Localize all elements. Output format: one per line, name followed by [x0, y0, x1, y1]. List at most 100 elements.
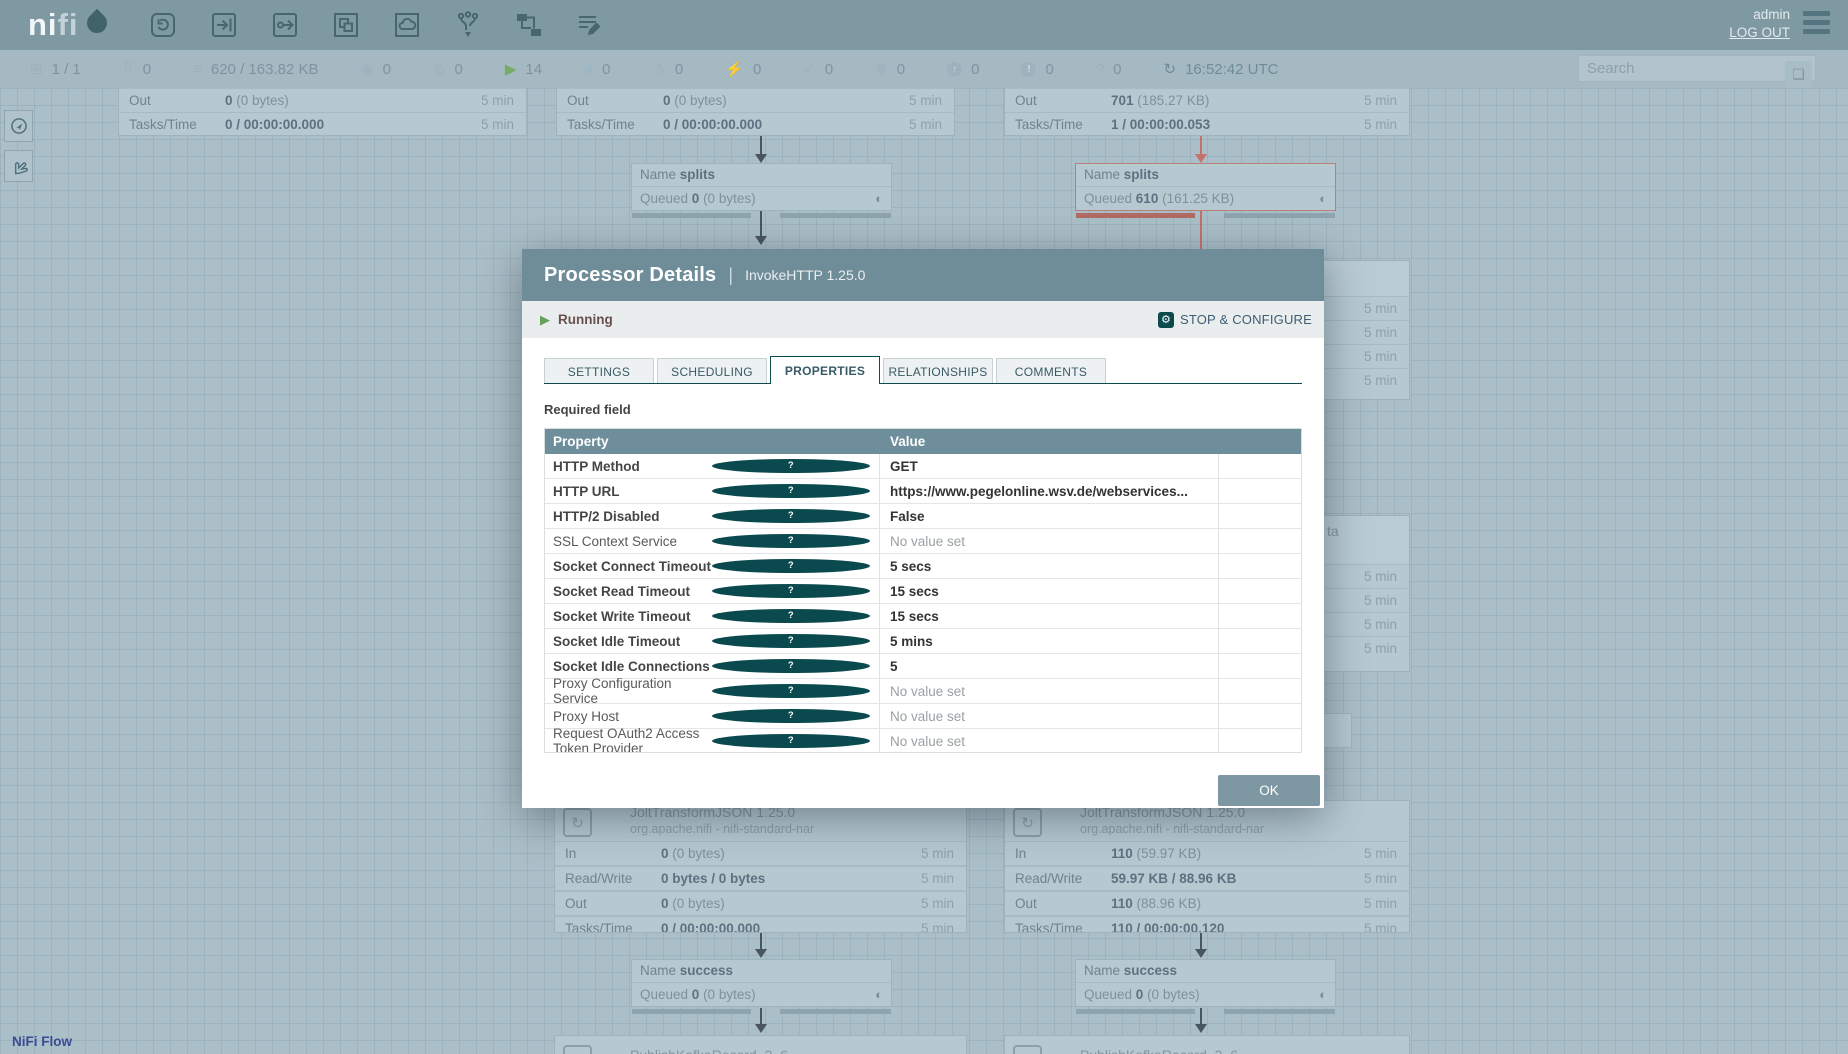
status-item-locally-modified: ✱0 — [875, 60, 905, 78]
logout-link[interactable]: LOG OUT — [1729, 24, 1790, 42]
breadcrumb[interactable]: NiFi Flow — [12, 1034, 72, 1049]
required-field-label: Required field — [544, 402, 1302, 417]
processor-jolt-transform[interactable]: ↻JoltTransformJSON 1.25.0org.apache.nifi… — [1004, 800, 1410, 933]
property-name: Socket Idle Connections — [553, 659, 712, 674]
active-threads-icon: ⠿ — [123, 60, 134, 78]
stat-value: 0 / 00:00:00.000 — [661, 921, 921, 933]
help-icon[interactable]: ? — [712, 634, 871, 648]
processor-stats-block[interactable]: Out0 (0 bytes)5 minTasks/Time0 / 00:00:0… — [118, 88, 527, 136]
property-value: 15 secs — [880, 579, 1219, 603]
stat-value-bold: 0 / 00:00:00.000 — [225, 117, 324, 132]
connection-label[interactable]: Name successQueued 0 (0 bytes)◐ — [631, 959, 892, 1007]
ok-button[interactable]: OK — [1218, 775, 1320, 806]
connection-label-highlighted[interactable]: Name splitsQueued 610 (161.25 KB)◐ — [1075, 163, 1336, 211]
connection-arrow-highlighted — [1195, 154, 1207, 163]
property-value: 15 secs — [880, 604, 1219, 628]
top-toolbar: nifi admin LOG OUT — [0, 0, 1848, 50]
help-icon[interactable]: ? — [712, 559, 871, 573]
property-row: Proxy Configuration Service?No value set — [545, 679, 1301, 704]
processor-header: ↻PublishKafkaRecord_2_6 — [555, 1036, 966, 1054]
stat-window: 5 min — [1364, 569, 1409, 584]
connection-name: success — [1124, 963, 1177, 978]
template-icon[interactable] — [513, 9, 545, 41]
connection-name-row: Name splits — [632, 164, 891, 187]
property-extra-cell — [1219, 454, 1301, 478]
connection-arrow — [755, 236, 767, 245]
stat-value-rest: (185.27 KB) — [1134, 93, 1210, 108]
tab-comments[interactable]: COMMENTS — [996, 358, 1106, 384]
property-row: SSL Context Service?No value set — [545, 529, 1301, 554]
sync-failure-icon: ? — [1096, 61, 1104, 78]
processor-icon[interactable] — [147, 9, 179, 41]
status-count: 0 — [1045, 61, 1053, 78]
logo-text-fi: fi — [58, 7, 79, 43]
help-icon[interactable]: ? — [712, 534, 871, 548]
operate-panel-button[interactable] — [4, 150, 33, 182]
connection-name: splits — [680, 167, 715, 182]
status-count: 1 / 1 — [52, 61, 81, 78]
status-item-stopped: ■0 — [584, 61, 610, 78]
stat-row: Out0 (0 bytes)5 min — [557, 89, 954, 113]
global-menu-icon[interactable] — [1803, 11, 1830, 38]
property-extra-cell — [1219, 529, 1301, 553]
status-count: 0 — [1113, 61, 1121, 78]
stat-value-bold: 701 — [1111, 93, 1134, 108]
stat-label: Out — [119, 93, 225, 108]
output-port-icon[interactable] — [269, 9, 301, 41]
help-icon[interactable]: ? — [712, 459, 871, 473]
refresh-icon[interactable]: ↻ — [1164, 60, 1177, 78]
navigate-icon — [9, 116, 29, 136]
tab-scheduling[interactable]: SCHEDULING — [657, 358, 767, 384]
processor-jolt-transform[interactable]: ↻JoltTransformJSON 1.25.0org.apache.nifi… — [554, 800, 967, 933]
status-item-invalid: ⚠0 — [652, 60, 683, 78]
remote-process-group-icon[interactable] — [391, 9, 423, 41]
property-value: 5 — [880, 654, 1219, 678]
property-name-cell: Socket Idle Connections? — [545, 654, 880, 678]
connection-line — [760, 136, 762, 156]
property-row: Socket Read Timeout?15 secs — [545, 579, 1301, 604]
refresh-time: ↻16:52:42 UTC — [1164, 60, 1279, 78]
input-port-icon[interactable] — [208, 9, 240, 41]
disabled-icon: ⚡ — [725, 60, 744, 78]
processor-stats-block[interactable]: Out0 (0 bytes)5 minTasks/Time0 / 00:00:0… — [556, 88, 955, 136]
connection-name-row: Name success — [1076, 960, 1335, 983]
tab-relationships[interactable]: RELATIONSHIPS — [883, 358, 993, 384]
status-count: 0 — [825, 61, 833, 78]
process-group-icon[interactable] — [330, 9, 362, 41]
property-value: https://www.pegelonline.wsv.de/webservic… — [880, 479, 1219, 503]
tab-settings[interactable]: SETTINGS — [544, 358, 654, 384]
help-icon[interactable]: ? — [712, 509, 871, 523]
processor-stats-block[interactable]: Out701 (185.27 KB)5 minTasks/Time1 / 00:… — [1004, 88, 1410, 136]
queued-count: 610 — [1136, 191, 1159, 206]
property-extra-cell — [1219, 504, 1301, 528]
funnel-icon[interactable] — [452, 9, 484, 41]
stop-and-configure-label: STOP & CONFIGURE — [1180, 312, 1312, 327]
property-extra-cell — [1219, 479, 1301, 503]
stat-value-rest: (0 bytes) — [671, 93, 727, 108]
stat-label: In — [1005, 846, 1111, 861]
label-icon[interactable] — [574, 9, 606, 41]
processor-icon: ↻ — [1013, 808, 1042, 837]
processor-publish-kafka[interactable]: ↻PublishKafkaRecord_2_6 — [1004, 1035, 1410, 1054]
processor-icon: ↻ — [563, 1045, 592, 1054]
help-icon[interactable]: ? — [712, 709, 871, 723]
tab-properties[interactable]: PROPERTIES — [770, 356, 880, 384]
help-icon[interactable]: ? — [712, 484, 871, 498]
stop-and-configure-button[interactable]: ⚙ STOP & CONFIGURE — [1158, 312, 1312, 328]
help-icon[interactable]: ? — [712, 734, 871, 748]
help-icon[interactable]: ? — [712, 609, 871, 623]
status-item-stale: ↑0 — [947, 61, 979, 78]
help-icon[interactable]: ? — [712, 584, 871, 598]
connection-label[interactable]: Name successQueued 0 (0 bytes)◐ — [1075, 959, 1336, 1007]
processor-publish-kafka[interactable]: ↻PublishKafkaRecord_2_6 — [554, 1035, 967, 1054]
stat-row: Read/Write0 bytes / 0 bytes5 min — [555, 866, 966, 891]
help-icon[interactable]: ? — [712, 659, 871, 673]
status-item-active-threads: ⠿0 — [123, 60, 151, 78]
stat-value-bold: 1 / 00:00:00.053 — [1111, 117, 1210, 132]
connection-label[interactable]: Name splitsQueued 0 (0 bytes)◐ — [631, 163, 892, 211]
new-note-icon[interactable]: ❏ — [1785, 61, 1812, 88]
help-icon[interactable]: ? — [712, 684, 871, 698]
navigate-panel-button[interactable] — [4, 110, 33, 142]
status-count: 0 — [753, 61, 761, 78]
processor-title: PublishKafkaRecord_2_6 — [1080, 1047, 1238, 1054]
